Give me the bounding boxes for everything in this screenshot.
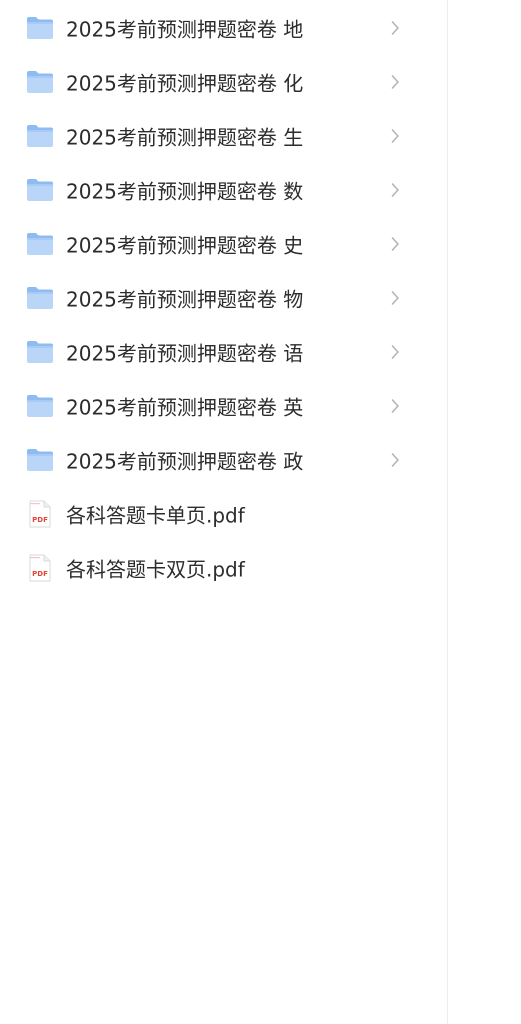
file-name: 各科答题卡双页.pdf [66,557,245,582]
folder-name: 2025考前预测押题密卷 物 [66,287,304,312]
folder-name: 2025考前预测押题密卷 政 [66,449,304,474]
folder-row[interactable]: 2025考前预测押题密卷 英 [0,379,447,433]
file-list: 2025考前预测押题密卷 地 2025考前预测押题密卷 化 2025考前预测押题… [0,1,447,595]
folder-icon [27,449,53,471]
chevron-right-icon [391,453,399,467]
pdf-file-icon: PDF [29,500,51,528]
file-row[interactable]: PDF 各科答题卡双页.pdf [0,541,447,595]
folder-icon [27,125,53,147]
file-list-pane: 2025考前预测押题密卷 地 2025考前预测押题密卷 化 2025考前预测押题… [0,0,448,1024]
folder-icon [27,71,53,93]
chevron-right-icon [391,129,399,143]
pdf-icon-text: PDF [32,570,48,578]
folder-name: 2025考前预测押题密卷 化 [66,71,304,96]
chevron-right-icon [391,237,399,251]
folder-name: 2025考前预测押题密卷 英 [66,395,304,420]
folder-row[interactable]: 2025考前预测押题密卷 化 [0,55,447,109]
folder-name: 2025考前预测押题密卷 生 [66,125,304,150]
folder-row[interactable]: 2025考前预测押题密卷 数 [0,163,447,217]
chevron-right-icon [391,75,399,89]
folder-icon [27,17,53,39]
folder-row[interactable]: 2025考前预测押题密卷 生 [0,109,447,163]
folder-row[interactable]: 2025考前预测押题密卷 地 [0,1,447,55]
detail-pane [448,0,521,1024]
folder-name: 2025考前预测押题密卷 地 [66,17,304,42]
file-row[interactable]: PDF 各科答题卡单页.pdf [0,487,447,541]
folder-icon [27,287,53,309]
chevron-right-icon [391,399,399,413]
file-browser-window: 2025考前预测押题密卷 地 2025考前预测押题密卷 化 2025考前预测押题… [0,0,521,1024]
pdf-file-icon: PDF [29,554,51,582]
file-name: 各科答题卡单页.pdf [66,503,245,528]
pdf-icon-text: PDF [32,516,48,524]
folder-name: 2025考前预测押题密卷 数 [66,179,304,204]
folder-name: 2025考前预测押题密卷 史 [66,233,304,258]
chevron-right-icon [391,291,399,305]
folder-row[interactable]: 2025考前预测押题密卷 政 [0,433,447,487]
chevron-right-icon [391,183,399,197]
folder-icon [27,395,53,417]
folder-row[interactable]: 2025考前预测押题密卷 语 [0,325,447,379]
folder-icon [27,179,53,201]
chevron-right-icon [391,21,399,35]
folder-name: 2025考前预测押题密卷 语 [66,341,304,366]
folder-row[interactable]: 2025考前预测押题密卷 物 [0,271,447,325]
folder-icon [27,341,53,363]
chevron-right-icon [391,345,399,359]
folder-row[interactable]: 2025考前预测押题密卷 史 [0,217,447,271]
folder-icon [27,233,53,255]
